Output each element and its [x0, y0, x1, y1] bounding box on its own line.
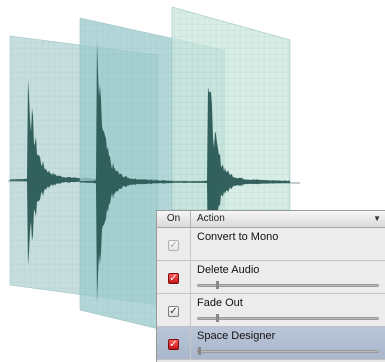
action-row-delete-audio[interactable]: ✓ Delete Audio: [157, 261, 385, 294]
action-label: Space Designer: [197, 330, 276, 342]
on-cell: ✓: [157, 261, 191, 293]
action-row-space-designer[interactable]: ✓ Space Designer: [157, 327, 385, 360]
action-column-header[interactable]: Action: [197, 211, 225, 227]
slider-thumb[interactable]: [216, 281, 219, 289]
enable-checkbox[interactable]: ✓: [168, 306, 179, 317]
on-cell: ✓: [157, 228, 191, 260]
triangle-down-icon[interactable]: ▼: [373, 211, 381, 227]
action-slider[interactable]: [197, 281, 379, 289]
on-column-header[interactable]: On: [157, 211, 191, 227]
action-label: Fade Out: [197, 297, 243, 309]
action-list-panel: On Action ▼ ✓ Convert to Mono ✓ Delete A…: [156, 210, 385, 362]
on-cell: ✓: [157, 327, 191, 359]
action-list-header: On Action ▼: [157, 211, 385, 228]
action-row-fade-out[interactable]: ✓ Fade Out: [157, 294, 385, 327]
enable-checkbox[interactable]: ✓: [168, 339, 179, 350]
action-slider[interactable]: [197, 347, 379, 355]
action-slider[interactable]: [197, 314, 379, 322]
on-cell: ✓: [157, 294, 191, 326]
slider-thumb[interactable]: [216, 314, 219, 322]
slider-thumb[interactable]: [198, 347, 201, 355]
enable-checkbox[interactable]: ✓: [168, 273, 179, 284]
enable-checkbox[interactable]: ✓: [168, 240, 179, 251]
action-label: Delete Audio: [197, 264, 260, 276]
action-row-convert-to-mono[interactable]: ✓ Convert to Mono: [157, 228, 385, 261]
action-label: Convert to Mono: [197, 231, 279, 243]
illustration-stage: On Action ▼ ✓ Convert to Mono ✓ Delete A…: [0, 0, 385, 362]
